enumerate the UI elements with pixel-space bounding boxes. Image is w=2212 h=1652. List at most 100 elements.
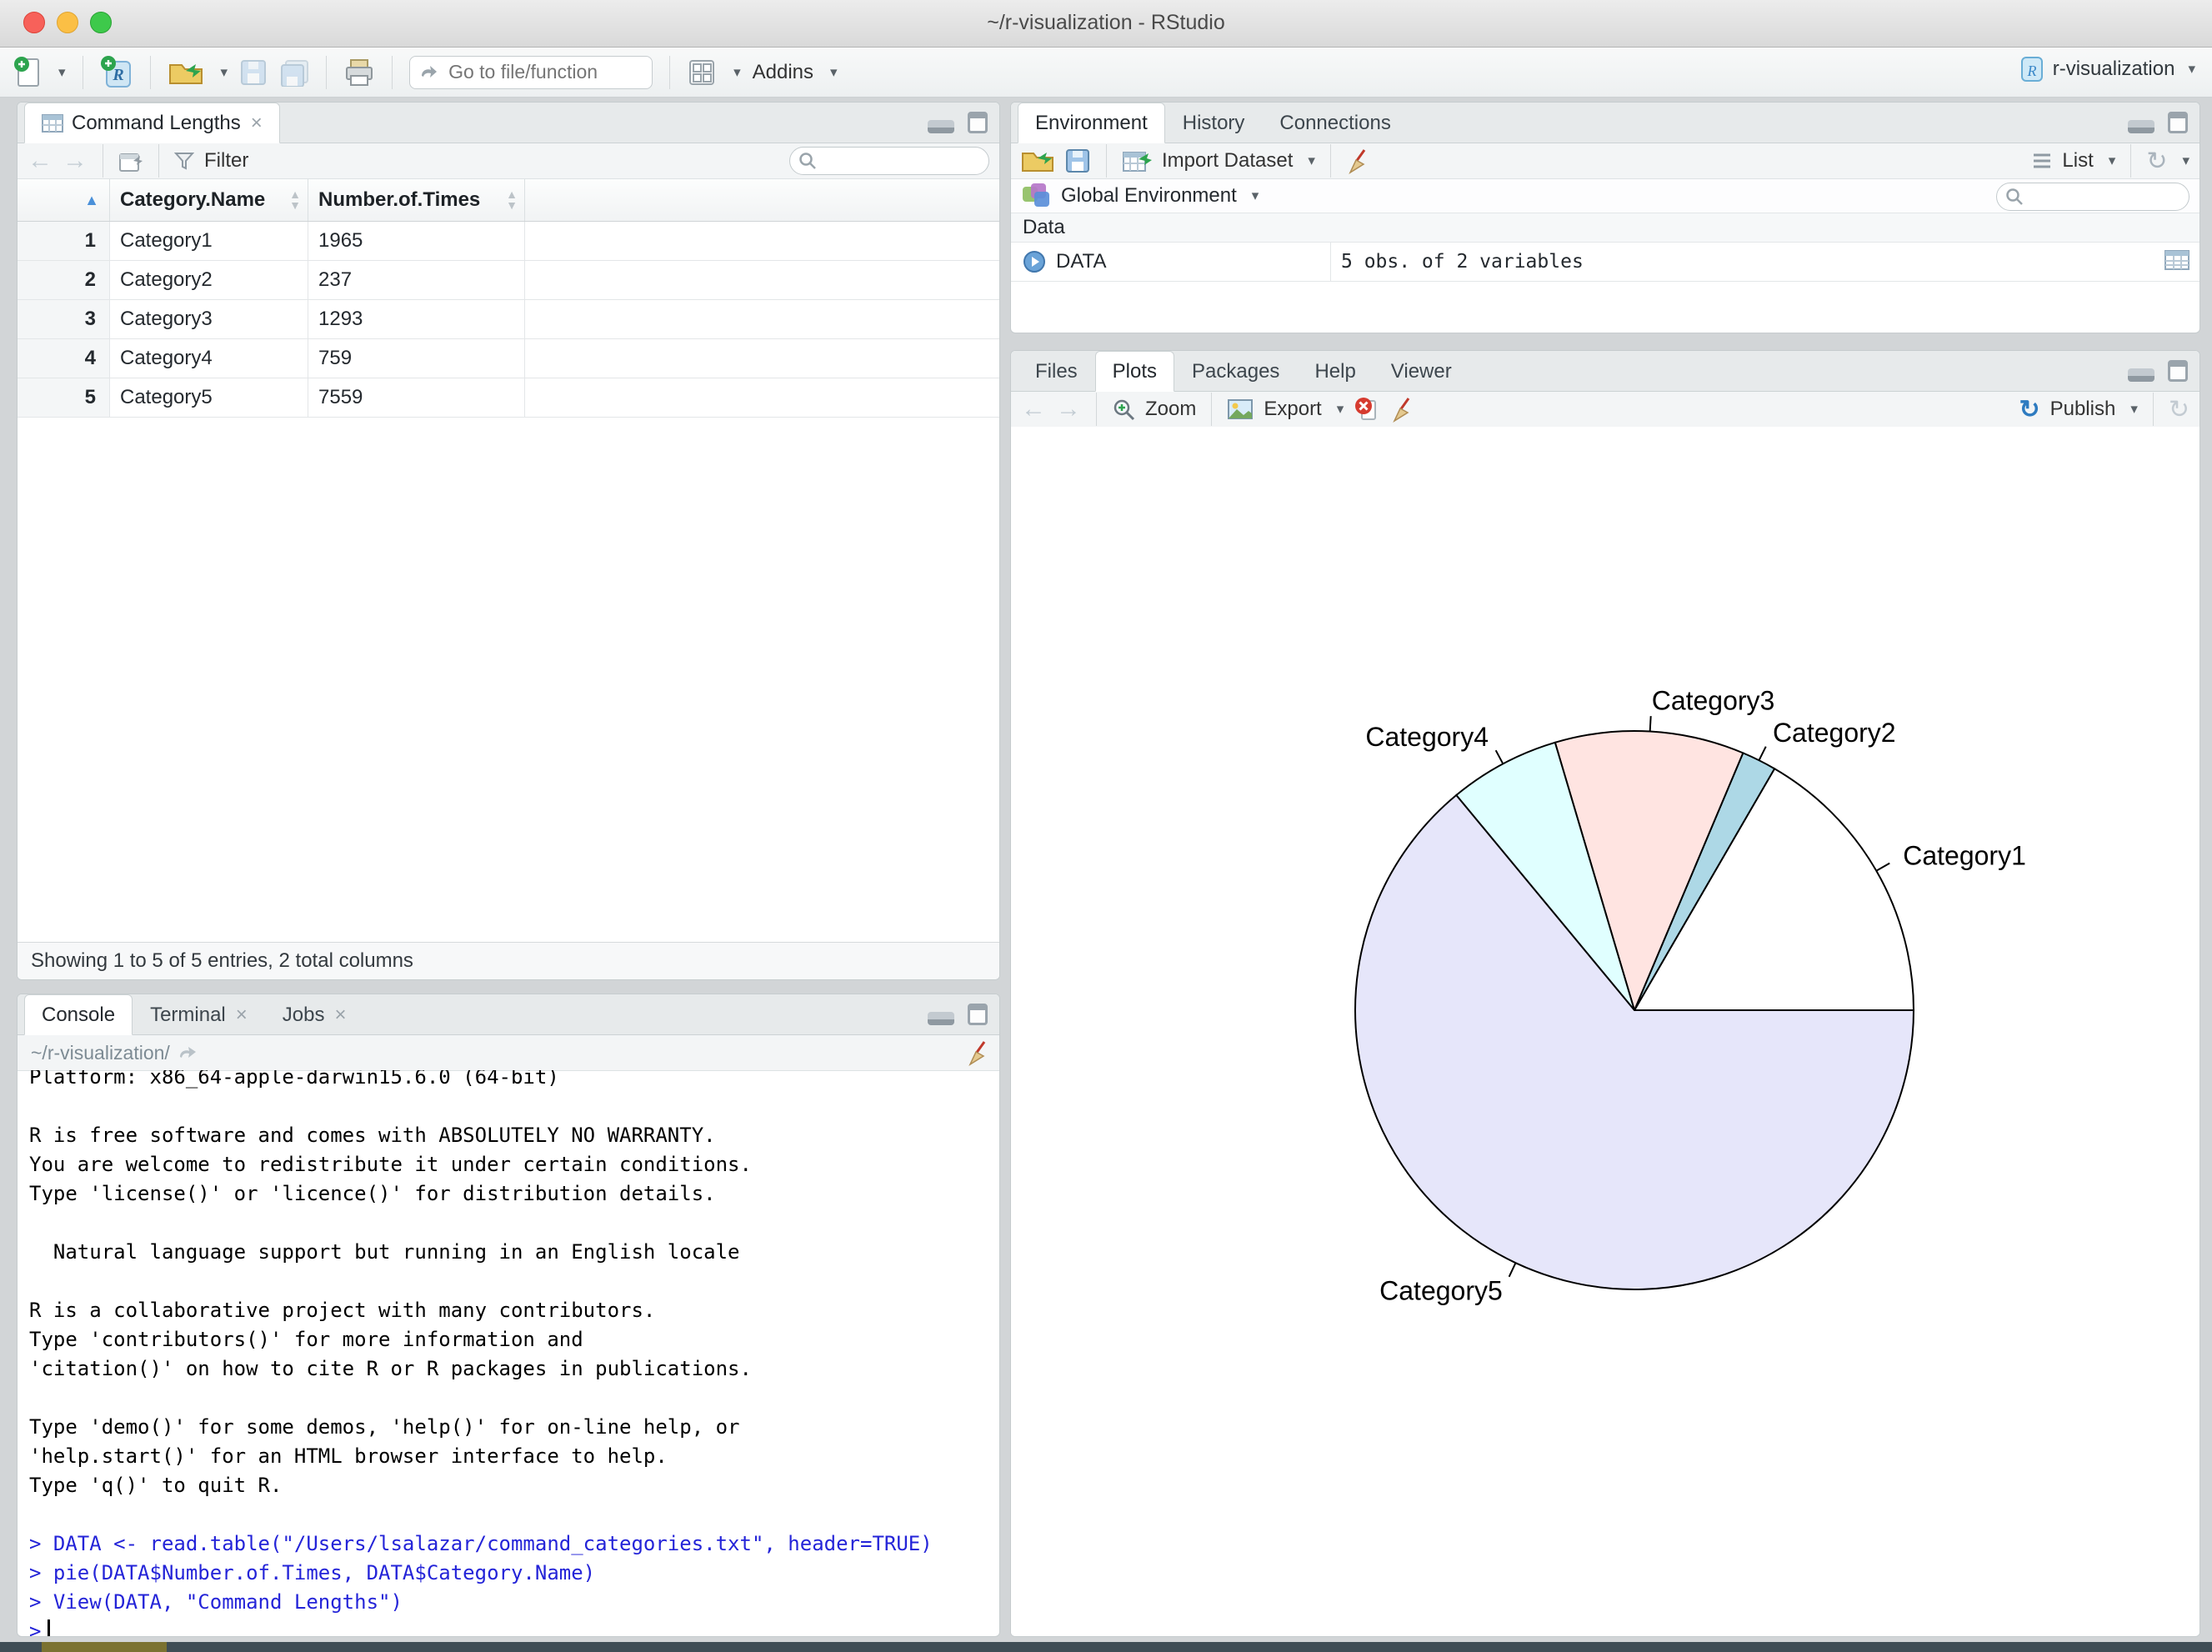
tab-label: Environment: [1035, 111, 1148, 134]
sort-toggle-icon[interactable]: ▲ ▼: [289, 188, 301, 211]
forward-icon[interactable]: →: [63, 148, 88, 173]
tab-history[interactable]: History: [1165, 103, 1263, 143]
data-viewer-tabstrip: Command Lengths ×: [18, 103, 999, 143]
filter-icon[interactable]: [174, 151, 194, 171]
table-row[interactable]: 3 Category3 1293: [18, 300, 999, 339]
tab-help[interactable]: Help: [1297, 351, 1373, 392]
load-workspace-icon[interactable]: [1021, 147, 1054, 175]
environment-search-input[interactable]: [2030, 185, 2175, 208]
table-row[interactable]: 1 Category1 1965: [18, 222, 999, 261]
publish-button[interactable]: Publish: [2050, 398, 2116, 421]
refresh-environment-icon[interactable]: ↻: [2146, 147, 2167, 176]
save-all-button[interactable]: [279, 58, 309, 87]
tab-files[interactable]: Files: [1018, 351, 1095, 392]
tab-label: Plots: [1112, 359, 1158, 383]
open-file-caret-icon[interactable]: ▾: [221, 64, 228, 81]
remove-plot-icon[interactable]: [1354, 396, 1380, 423]
table-row[interactable]: 2 Category2 237: [18, 261, 999, 300]
clear-plots-icon[interactable]: [1390, 396, 1414, 423]
tab-connections[interactable]: Connections: [1262, 103, 1408, 143]
export-plot-button[interactable]: Export: [1264, 398, 1321, 421]
import-dataset-caret-icon[interactable]: ▾: [1308, 153, 1315, 169]
close-icon[interactable]: ×: [251, 112, 263, 135]
goto-file-input[interactable]: [447, 60, 634, 84]
popout-window-icon[interactable]: [118, 149, 143, 173]
close-icon[interactable]: ×: [236, 1004, 248, 1027]
environment-entry-data[interactable]: DATA 5 obs. of 2 variables: [1011, 243, 2199, 282]
pane-layout-caret-icon[interactable]: ▾: [733, 64, 741, 81]
save-button[interactable]: [239, 58, 268, 87]
maximize-pane-icon[interactable]: [968, 112, 988, 133]
close-icon[interactable]: ×: [334, 1004, 346, 1027]
console-output[interactable]: Platform: x86_64-apple-darwin15.6.0 (64-…: [18, 1070, 999, 1636]
export-caret-icon[interactable]: ▾: [1337, 401, 1344, 418]
clear-environment-icon[interactable]: [1346, 148, 1369, 174]
zoom-plot-button[interactable]: Zoom: [1145, 398, 1196, 421]
console-prompt[interactable]: >: [29, 1617, 999, 1636]
print-button[interactable]: [343, 58, 375, 88]
table-search-box[interactable]: [789, 147, 989, 175]
tab-command-lengths[interactable]: Command Lengths ×: [24, 103, 280, 143]
goto-file-search[interactable]: [409, 55, 653, 89]
tab-jobs[interactable]: Jobs ×: [265, 994, 364, 1035]
refresh-plot-icon[interactable]: ↻: [2169, 395, 2189, 424]
export-plot-icon[interactable]: [1227, 398, 1254, 420]
expand-object-icon[interactable]: [1023, 250, 1046, 273]
previous-plot-icon[interactable]: ←: [1021, 397, 1046, 422]
view-table-icon[interactable]: [2164, 250, 2189, 270]
tab-viewer[interactable]: Viewer: [1374, 351, 1469, 392]
open-in-files-icon[interactable]: [178, 1044, 198, 1062]
maximize-pane-icon[interactable]: [2168, 112, 2188, 133]
maximize-pane-icon[interactable]: [968, 1004, 988, 1025]
new-file-button[interactable]: [13, 56, 42, 89]
pane-layout-button[interactable]: [687, 58, 717, 88]
environment-search-box[interactable]: [1996, 183, 2189, 211]
filter-button[interactable]: Filter: [204, 149, 248, 173]
open-file-button[interactable]: [168, 58, 204, 88]
zoom-plot-icon[interactable]: [1112, 398, 1135, 421]
minimize-pane-icon[interactable]: [2128, 368, 2154, 382]
project-menu[interactable]: R r-visualization ▾: [2019, 54, 2195, 84]
next-plot-icon[interactable]: →: [1056, 397, 1081, 422]
clear-console-icon[interactable]: [966, 1039, 989, 1066]
tab-packages[interactable]: Packages: [1174, 351, 1297, 392]
addins-caret-icon[interactable]: ▾: [830, 64, 838, 81]
import-dataset-button[interactable]: Import Dataset: [1162, 149, 1293, 173]
tab-plots[interactable]: Plots: [1094, 351, 1175, 392]
tab-environment[interactable]: Environment: [1018, 103, 1165, 143]
minimize-pane-icon[interactable]: [928, 120, 954, 133]
publish-caret-icon[interactable]: ▾: [2130, 401, 2138, 418]
tab-console[interactable]: Console: [24, 994, 133, 1035]
addins-button[interactable]: Addins: [753, 61, 813, 84]
column-header-category.name[interactable]: Category.Name ▲ ▼: [110, 179, 308, 221]
maximize-pane-icon[interactable]: [2168, 360, 2188, 382]
svg-text:R: R: [2026, 63, 2036, 79]
tab-label: Jobs: [282, 1003, 325, 1026]
table-row[interactable]: 4 Category4 759: [18, 339, 999, 378]
table-search-input[interactable]: [823, 149, 968, 173]
column-header-number.of.times[interactable]: Number.of.Times ▲ ▼: [308, 179, 525, 221]
publish-icon[interactable]: ↻: [2019, 395, 2039, 424]
environment-tabstrip: Environment History Connections: [1011, 103, 2199, 143]
pie-label-category5: Category5: [1379, 1276, 1503, 1306]
new-file-caret-icon[interactable]: ▾: [58, 64, 66, 81]
back-icon[interactable]: ←: [28, 148, 53, 173]
environment-scope-row[interactable]: Global Environment ▾: [1011, 179, 2199, 213]
minimize-pane-icon[interactable]: [2128, 120, 2154, 133]
tab-terminal[interactable]: Terminal ×: [133, 994, 265, 1035]
rownum-column-header[interactable]: ▲: [18, 179, 110, 221]
import-dataset-icon[interactable]: [1122, 149, 1152, 173]
minimize-pane-icon[interactable]: [928, 1012, 954, 1025]
pie-label-tick: [1649, 716, 1652, 732]
new-project-button[interactable]: R: [100, 55, 133, 90]
refresh-caret-icon[interactable]: ▾: [2182, 153, 2189, 169]
list-view-icon[interactable]: [2032, 153, 2052, 169]
sort-toggle-icon[interactable]: ▲ ▼: [506, 188, 518, 211]
save-workspace-icon[interactable]: [1064, 148, 1091, 174]
list-view-caret-icon[interactable]: ▾: [2109, 153, 2116, 169]
object-summary: 5 obs. of 2 variables: [1341, 251, 1584, 273]
table-row[interactable]: 5 Category5 7559: [18, 378, 999, 418]
list-view-button[interactable]: List: [2062, 149, 2093, 173]
